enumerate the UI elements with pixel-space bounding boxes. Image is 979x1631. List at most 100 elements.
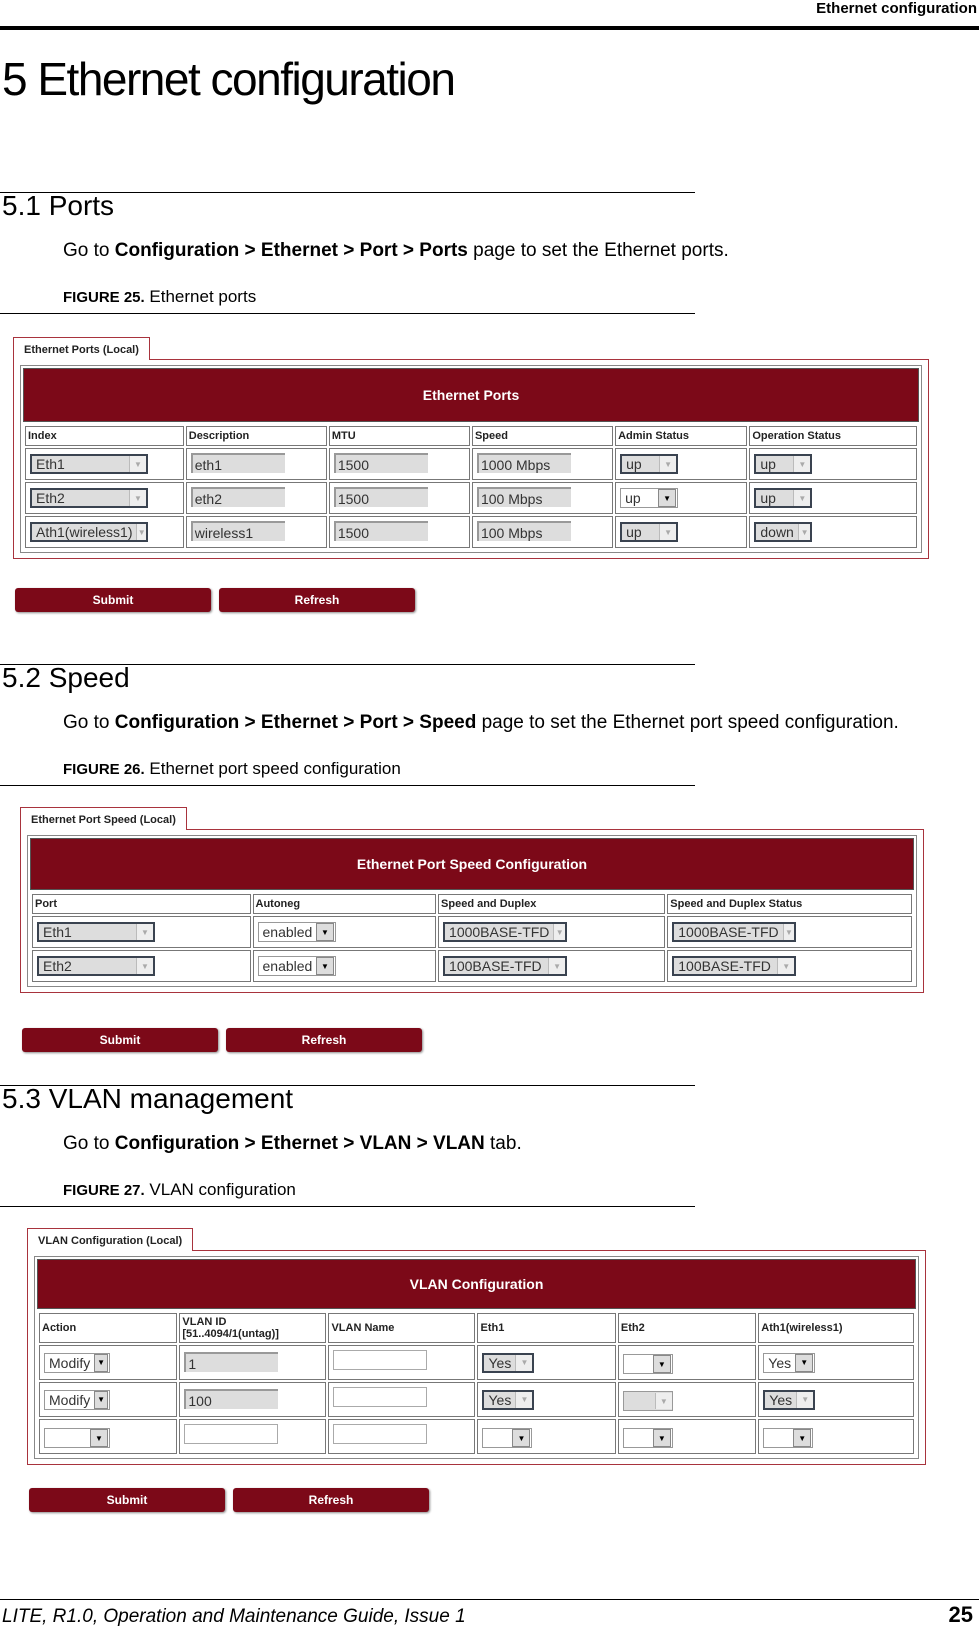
- admin-status-select[interactable]: up ▼: [620, 454, 679, 474]
- col-vlan-id: VLAN ID [51..4094/1(untag)]: [179, 1313, 327, 1343]
- select-value: Eth2: [36, 490, 65, 506]
- speed-field[interactable]: 1000 Mbps: [476, 453, 571, 473]
- refresh-button[interactable]: Refresh: [219, 588, 415, 612]
- chevron-down-icon: ▼: [793, 1429, 812, 1447]
- table-row: Eth2 ▼ enabled ▼ 100BASE-TFD ▼ 100BASE-TFD ▼: [32, 950, 912, 982]
- action-select[interactable]: Modify ▼: [44, 1389, 110, 1410]
- eth2-select[interactable]: ▼: [622, 1354, 673, 1374]
- index-select[interactable]: Ath1(wireless1) ▼: [30, 522, 148, 542]
- chevron-down-icon: ▼: [793, 490, 811, 506]
- speed-duplex-status-select[interactable]: 1000BASE-TFD ▼: [672, 922, 797, 942]
- col-speed-duplex-status: Speed and Duplex Status: [667, 894, 912, 914]
- text: Go to: [63, 240, 115, 261]
- select-value: Yes: [488, 1391, 512, 1408]
- speed-field[interactable]: 100 Mbps: [476, 487, 571, 507]
- figure-caption-text: Ethernet port speed configuration: [144, 759, 401, 778]
- menu-path: Configuration > Ethernet > Port > Ports: [114, 240, 468, 261]
- ports-table: Index Description MTU Speed Admin Status…: [23, 424, 919, 550]
- vlan-button-row: Submit Refresh: [29, 1488, 429, 1512]
- action-select[interactable]: ▼: [44, 1428, 110, 1448]
- section-title-speed: 5.2 Speed: [2, 662, 130, 693]
- operation-status-select[interactable]: up ▼: [754, 454, 813, 474]
- index-select[interactable]: Eth2 ▼: [30, 488, 148, 508]
- tab-ethernet-ports-local[interactable]: Ethernet Ports (Local): [13, 337, 150, 360]
- figure-label: FIGURE 27.: [63, 1182, 145, 1199]
- admin-status-select[interactable]: up ▼: [620, 488, 679, 508]
- vlan-name-field[interactable]: [333, 1424, 428, 1444]
- vlan-id-field[interactable]: [184, 1424, 279, 1444]
- refresh-button[interactable]: Refresh: [226, 1028, 422, 1052]
- description-field[interactable]: eth1: [190, 453, 285, 473]
- vlan-id-field[interactable]: 100: [184, 1388, 279, 1409]
- operation-status-select[interactable]: up ▼: [754, 488, 813, 508]
- ath1-select[interactable]: ▼: [763, 1428, 814, 1448]
- operation-status-select[interactable]: down ▼: [754, 522, 813, 542]
- table-header-row: Action VLAN ID [51..4094/1(untag)] VLAN …: [39, 1313, 914, 1343]
- autoneg-select[interactable]: enabled ▼: [257, 922, 336, 942]
- panel-frame: VLAN Configuration Action VLAN ID [51..4…: [27, 1250, 926, 1465]
- refresh-button[interactable]: Refresh: [233, 1488, 429, 1512]
- panel-inner: Ethernet Ports Index Description MTU Spe…: [20, 365, 922, 553]
- speed-field[interactable]: 100 Mbps: [476, 521, 571, 541]
- eth2-select[interactable]: ▼: [622, 1391, 673, 1411]
- vlan-name-field[interactable]: [333, 1387, 428, 1407]
- table-row: Ath1(wireless1) ▼ wireless1 1500 100 Mbps…: [25, 516, 917, 548]
- eth1-select[interactable]: Yes ▼: [482, 1389, 535, 1410]
- speed-duplex-select[interactable]: 100BASE-TFD ▼: [443, 956, 568, 976]
- section-text-vlan: Go to Configuration > Ethernet > VLAN > …: [63, 1133, 522, 1155]
- tab-ethernet-port-speed-local[interactable]: Ethernet Port Speed (Local): [20, 807, 187, 830]
- chevron-down-icon: ▼: [795, 1353, 814, 1372]
- ath1-select[interactable]: Yes ▼: [763, 1352, 816, 1373]
- col-ath1: Ath1(wireless1): [758, 1313, 914, 1343]
- submit-button[interactable]: Submit: [29, 1488, 225, 1512]
- speed-button-row: Submit Refresh: [22, 1028, 422, 1052]
- index-select[interactable]: Eth1 ▼: [30, 454, 148, 474]
- select-value: Ath1(wireless1): [36, 524, 133, 540]
- footer-document-title: LITE, R1.0, Operation and Maintenance Gu…: [2, 1606, 466, 1627]
- page-number: 25: [948, 1602, 973, 1627]
- chevron-down-icon: ▼: [553, 924, 566, 940]
- col-autoneg: Autoneg: [252, 894, 437, 914]
- speed-duplex-status-select[interactable]: 100BASE-TFD ▼: [672, 956, 797, 976]
- eth1-select[interactable]: Yes ▼: [482, 1352, 535, 1373]
- select-value: Eth1: [43, 924, 72, 940]
- eth2-select[interactable]: ▼: [622, 1428, 673, 1448]
- vlan-id-field[interactable]: 1: [184, 1351, 279, 1372]
- submit-button[interactable]: Submit: [15, 588, 211, 612]
- table-header-row: Index Description MTU Speed Admin Status…: [25, 426, 917, 446]
- panel-banner: VLAN Configuration: [37, 1259, 916, 1309]
- panel-frame: Ethernet Port Speed Configuration Port A…: [20, 829, 924, 993]
- chevron-down-icon: ▼: [90, 1429, 108, 1447]
- port-select[interactable]: Eth2 ▼: [37, 956, 155, 976]
- autoneg-select[interactable]: enabled ▼: [257, 956, 336, 976]
- chevron-down-icon: ▼: [548, 958, 566, 974]
- section-text-ports: Go to Configuration > Ethernet > Port > …: [63, 240, 729, 262]
- select-value: enabled: [262, 924, 313, 940]
- eth1-select[interactable]: ▼: [482, 1428, 533, 1448]
- top-rule: [0, 26, 979, 30]
- mtu-field[interactable]: 1500: [333, 521, 428, 541]
- action-select[interactable]: Modify ▼: [44, 1352, 110, 1373]
- select-value: up: [626, 456, 642, 472]
- figure-rule: [0, 1206, 695, 1207]
- description-field[interactable]: wireless1: [190, 521, 285, 541]
- col-speed: Speed: [471, 426, 614, 446]
- panel-banner: Ethernet Ports: [23, 368, 919, 422]
- figure-rule: [0, 785, 695, 786]
- ath1-select[interactable]: Yes ▼: [763, 1389, 816, 1410]
- port-select[interactable]: Eth1 ▼: [37, 922, 155, 942]
- vlan-name-field[interactable]: [333, 1350, 428, 1370]
- mtu-field[interactable]: 1500: [333, 453, 428, 473]
- speed-duplex-select[interactable]: 1000BASE-TFD ▼: [443, 922, 568, 942]
- menu-path: Configuration > Ethernet > Port > Speed: [114, 712, 477, 733]
- col-index: Index: [25, 426, 184, 446]
- footer-rule: [0, 1599, 979, 1600]
- figure-caption-text: Ethernet ports: [144, 287, 257, 306]
- description-field[interactable]: eth2: [190, 487, 285, 507]
- mtu-field[interactable]: 1500: [333, 487, 428, 507]
- admin-status-select[interactable]: up ▼: [620, 522, 679, 542]
- submit-button[interactable]: Submit: [22, 1028, 218, 1052]
- tab-vlan-configuration-local[interactable]: VLAN Configuration (Local): [27, 1228, 194, 1251]
- figure-label: FIGURE 26.: [63, 761, 145, 778]
- select-value: 1000BASE-TFD: [449, 924, 550, 940]
